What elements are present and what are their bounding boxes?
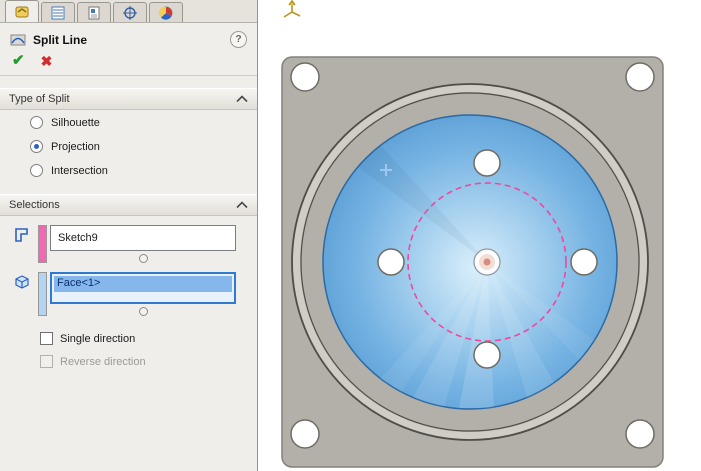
face-selection-row: Face<1> [12,272,249,316]
features-icon [15,6,29,17]
split-line-icon [10,34,26,45]
face-selection-box[interactable]: Face<1> [50,272,236,304]
radio-row-projection[interactable]: Projection [0,134,257,158]
radio-label-intersection[interactable]: Intersection [51,165,108,177]
reverse-direction-checkbox [40,355,53,368]
corner-hole[interactable] [625,62,655,92]
group-header-type-of-split[interactable]: Type of Split [0,88,257,110]
group-label: Type of Split [9,93,70,105]
group-header-selections[interactable]: Selections [0,194,257,216]
tab-display[interactable] [149,2,183,22]
panel-actions: ✔ ✖ [0,52,257,76]
reverse-direction-row: Reverse direction [0,349,257,372]
origin-triad-icon [283,0,301,18]
face-selection-value[interactable]: Face<1> [54,276,232,292]
single-direction-label[interactable]: Single direction [60,333,135,345]
help-button[interactable]: ? [230,31,247,48]
bolt-hole-top[interactable] [473,149,501,177]
model-canvas[interactable] [259,0,701,471]
single-direction-checkbox[interactable] [40,332,53,345]
ok-button[interactable]: ✔ [12,53,25,68]
bolt-hole-bottom[interactable] [473,341,501,369]
face-icon [15,275,29,289]
tab-features[interactable] [5,0,39,22]
radio-row-intersection[interactable]: Intersection [0,158,257,182]
propertymanager-icon [51,6,65,19]
dimxpert-crosshair-icon [123,5,137,20]
configurations-icon [88,6,100,19]
reverse-direction-label: Reverse direction [60,355,146,368]
display-sphere-icon [158,6,173,20]
face-color-bar [38,272,47,316]
tab-propertymanager[interactable] [41,2,75,22]
radio-label-projection[interactable]: Projection [51,141,100,153]
bolt-hole-right[interactable] [570,248,598,276]
corner-hole[interactable] [290,419,320,449]
radio-row-silhouette[interactable]: Silhouette [0,110,257,134]
radio-projection[interactable] [30,140,43,153]
radio-intersection[interactable] [30,164,43,177]
radio-silhouette[interactable] [30,116,43,129]
tab-dimxpert[interactable] [113,2,147,22]
single-direction-row[interactable]: Single direction [0,326,257,349]
collapse-chevron-icon [236,95,248,103]
corner-hole[interactable] [625,419,655,449]
sketch-selection-row: Sketch9 [12,225,249,263]
property-manager-panel: Split Line ? ✔ ✖ Type of Split Silhouett… [0,0,258,471]
group-label: Selections [9,199,60,211]
tab-configurations[interactable] [77,2,111,22]
radio-label-silhouette[interactable]: Silhouette [51,117,100,129]
sketch-selection-box[interactable]: Sketch9 [50,225,236,251]
collapse-chevron-icon [236,201,248,209]
solidworks-window: Split Line ? ✔ ✖ Type of Split Silhouett… [0,0,701,471]
graphics-viewport[interactable] [259,0,701,471]
resize-handle[interactable] [138,307,148,316]
sketch-center-point[interactable] [483,258,491,266]
sketch-color-bar [38,225,47,263]
page-title: Split Line [33,32,87,47]
propertymanager-tabbar [0,0,257,23]
panel-header: Split Line ? [0,23,257,52]
corner-hole[interactable] [290,62,320,92]
resize-handle[interactable] [138,254,148,263]
cancel-button[interactable]: ✖ [41,54,53,68]
sketch-contour-icon [15,228,28,242]
sketch-selection-value[interactable]: Sketch9 [55,231,231,247]
bolt-hole-left[interactable] [377,248,405,276]
